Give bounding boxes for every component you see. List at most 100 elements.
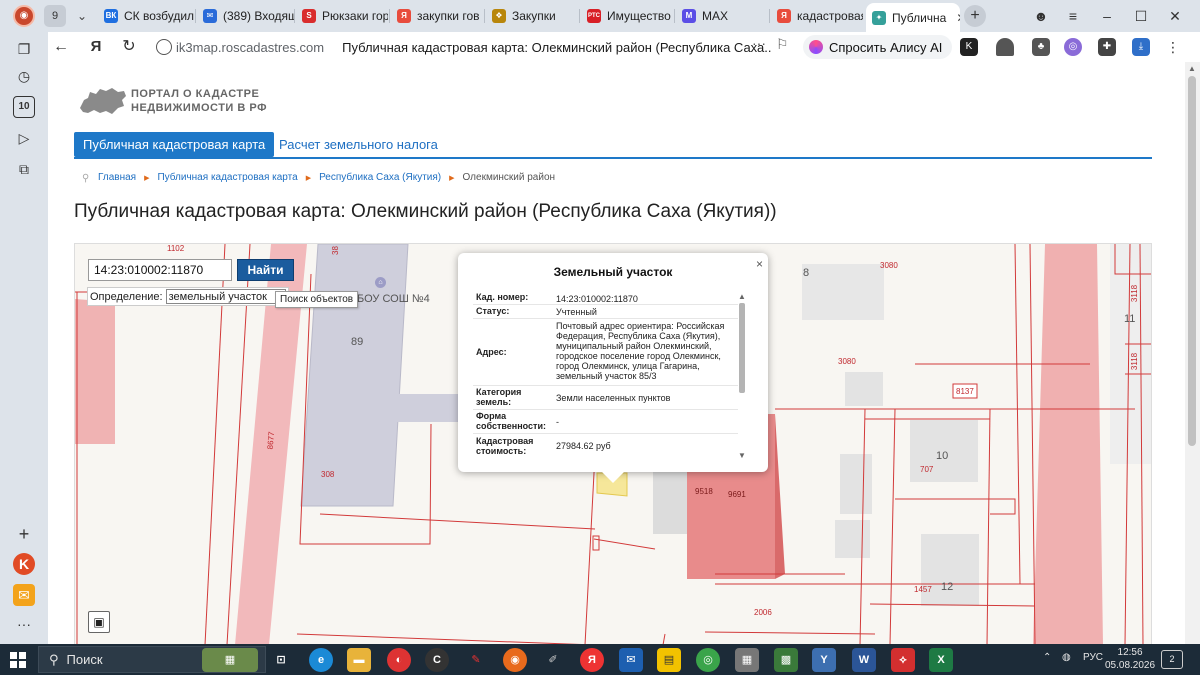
browser-tab-bar: ◉ 9 ⌄ ВК СК возбудил ✉ (389) Входящ S Рю… [0,0,1200,32]
map-layers-button[interactable]: ▣ [88,611,110,633]
mail-app-icon[interactable]: ✉ [619,648,643,672]
page-scroll-up-icon[interactable]: ▲ [1188,64,1196,73]
app-red-circle-icon[interactable]: ◐ [387,648,411,672]
extension-k-icon[interactable]: K [960,38,978,56]
excel-icon[interactable]: X [929,648,953,672]
site-info-icon[interactable] [156,39,172,55]
breadcrumb-map[interactable]: Публичная кадастровая карта [157,172,297,183]
breadcrumb-region[interactable]: Республика Саха (Якутия) [319,172,441,183]
taskbar-search-label: Поиск [66,652,103,667]
menu-icon[interactable]: ≡ [1062,5,1084,27]
profile-icon[interactable]: ☻ [1030,5,1052,27]
tab-close-icon[interactable]: ✕ [956,11,960,25]
tabs-dropdown-icon[interactable]: ⌄ [71,5,93,27]
url-field[interactable]: ik3map.roscadastres.com Публичная кадаст… [148,35,798,59]
tab-7[interactable]: Я кадастровая [771,3,863,29]
extension-hat-icon[interactable] [996,38,1014,56]
yandex-icon[interactable]: Я [580,648,604,672]
sticky-notes-icon[interactable]: ▤ [657,648,681,672]
windows-start-icon[interactable] [10,652,26,668]
tab-4[interactable]: ❖ Закупки [486,3,578,29]
tab-6[interactable]: M MAX [676,3,768,29]
history-icon[interactable]: ◷ [13,65,35,87]
app-brush-icon[interactable]: ✎ [464,648,488,672]
tab-count-badge[interactable]: 9 [44,5,66,27]
paint-icon[interactable]: ✐ [541,648,565,672]
nav-tab-cadastral-map[interactable]: Публичная кадастровая карта [74,132,275,157]
page-scrollbar[interactable]: ▲ [1185,62,1200,644]
breadcrumb-home[interactable]: Главная [98,172,136,183]
edge-icon[interactable]: e [309,648,333,672]
file-explorer-icon[interactable]: ▬ [347,648,371,672]
map-num-1102: 1102 [167,244,185,253]
collections-icon[interactable]: ❐ [13,38,35,60]
yandex-browser-icon[interactable]: Y [812,648,836,672]
tab-5-favicon-icon: РТС [587,9,601,23]
windows-taskbar: ⚲ Поиск ▦ ⊡ e ▬ ◐ C ✎ ◉ ✐ Я ✉ ▤ ◎ ▦ ▩ Y … [0,644,1200,675]
cadastral-map[interactable]: 89 БОУ СОШ №4 ⌂ 8 11 10 12 3080 3080 311… [74,243,1152,644]
more-options-icon[interactable]: ··· [752,35,766,51]
scroll-down-icon[interactable]: ▼ [738,451,746,460]
extension-puzzle-icon[interactable]: ✚ [1098,38,1116,56]
yandex-home-icon[interactable]: Я [85,36,107,58]
tab-2[interactable]: S Рюкзаки гор [296,3,388,29]
popup-scroll-thumb[interactable] [739,303,745,393]
breadcrumb-separator-icon: ▶ [144,174,150,182]
map-num-8137: 8137 [956,387,974,396]
word-icon[interactable]: W [852,648,876,672]
find-button[interactable]: Найти [237,259,294,281]
profile-avatar-icon[interactable]: ◉ [13,5,35,27]
tab-1[interactable]: ✉ (389) Входящ [197,3,295,29]
maximize-icon[interactable]: ☐ [1130,5,1152,27]
screenshot-icon[interactable]: ⧉ [13,158,35,180]
ten-icon[interactable]: 10 [13,96,35,118]
table-row: Статус: Учтенный [473,305,738,319]
ask-alice-button[interactable]: Спросить Алису AI [803,35,953,59]
firefox-icon[interactable]: ◉ [503,648,527,672]
tab-7-label: кадастровая [797,9,863,23]
reload-icon[interactable]: ↻ [118,36,140,58]
definition-select[interactable]: земельный участок ⌄ [165,289,286,304]
close-window-icon[interactable]: ✕ [1164,5,1186,27]
notification-center-button[interactable]: 2 [1161,650,1183,669]
bookmark-icon[interactable]: ⚐ [776,36,789,53]
network-icon[interactable]: ◍ [1062,652,1071,663]
tab-8-active[interactable]: ✦ Публична ✕ [866,3,960,32]
sidebar-more-icon[interactable]: ··· [13,613,35,635]
tab-5[interactable]: РТС Имущество [581,3,673,29]
tab-0[interactable]: ВК СК возбудил [98,3,194,29]
popup-scrollbar[interactable]: ▲ ▼ [738,292,746,460]
downloads-icon[interactable]: ⤓ [1132,38,1150,56]
task-view-icon[interactable]: ⊡ [269,648,293,672]
attr-key: Статус: [476,306,510,316]
tab-3[interactable]: Я закупки гов [391,3,483,29]
tab-0-label: СК возбудил [124,9,194,23]
pdf-icon[interactable]: ⟡ [891,648,915,672]
kinopoisk-icon[interactable]: K [13,553,35,575]
chrome-icon[interactable]: ◎ [696,648,720,672]
app-c-icon[interactable]: C [425,648,449,672]
add-panel-icon[interactable]: + [13,523,35,545]
extension-circle-icon[interactable]: ◎ [1064,38,1082,56]
overflow-icon[interactable]: ⋮ [1164,38,1182,56]
russia-map-logo-icon [80,88,126,114]
extension-sheep-icon[interactable]: ♣ [1032,38,1050,56]
keyboard-language[interactable]: РУС [1083,652,1103,663]
minimize-icon[interactable]: – [1096,5,1118,27]
scroll-up-icon[interactable]: ▲ [738,292,746,301]
app-green-icon[interactable]: ▩ [774,648,798,672]
search-highlight-icon[interactable]: ▦ [202,648,258,672]
cadastral-search-input[interactable] [88,259,232,281]
nav-tab-land-tax[interactable]: Расчет земельного налога [279,132,438,157]
popup-close-icon[interactable]: × [756,257,763,271]
taskbar-clock[interactable]: 12:56 05.08.2026 [1105,646,1155,672]
alice-icon [809,40,823,54]
tray-chevron-up-icon[interactable]: ⌃ [1043,652,1051,663]
new-tab-button[interactable]: + [964,5,986,27]
calculator-icon[interactable]: ▦ [735,648,759,672]
mail-icon[interactable]: ✉ [13,584,35,606]
breadcrumb: ⚲ Главная ▶ Публичная кадастровая карта … [82,172,555,184]
page-scroll-thumb[interactable] [1188,76,1196,446]
back-icon[interactable]: ← [50,36,72,58]
play-icon[interactable]: ▷ [13,127,35,149]
